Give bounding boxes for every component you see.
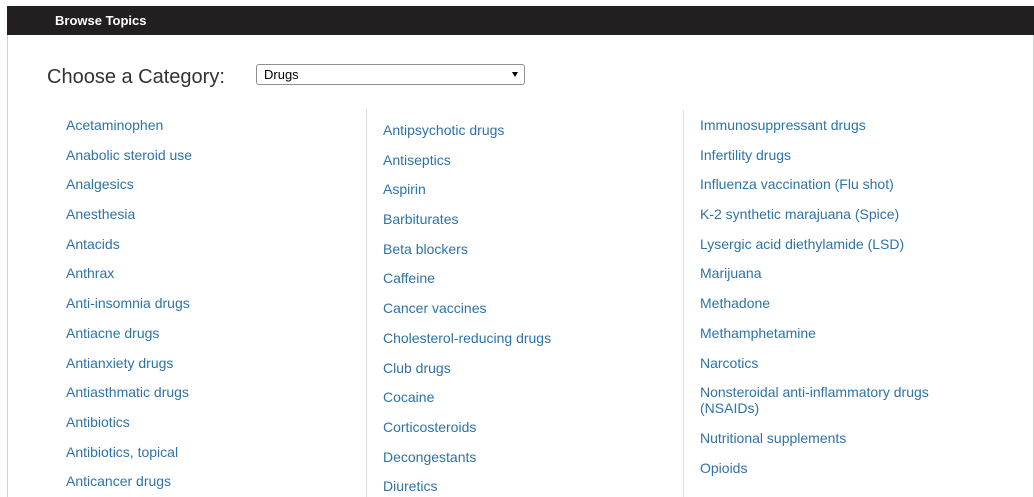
topic-link[interactable]: Antacids <box>66 236 192 266</box>
topic-link[interactable]: Caffeine <box>383 270 551 300</box>
topic-link[interactable]: Antiacne drugs <box>66 325 192 355</box>
topic-link[interactable]: Influenza vaccination (Flu shot) <box>700 176 970 206</box>
topic-link[interactable]: Antibiotics <box>66 414 192 444</box>
topic-link[interactable]: Club drugs <box>383 360 551 390</box>
topic-link[interactable]: Barbiturates <box>383 211 551 241</box>
topic-link[interactable]: Aspirin <box>383 181 551 211</box>
topic-link[interactable]: K-2 synthetic marajuana (Spice) <box>700 206 970 236</box>
topic-link[interactable]: Cancer vaccines <box>383 300 551 330</box>
topic-link[interactable]: Diuretics <box>383 478 551 497</box>
topic-link[interactable]: Narcotics <box>700 355 970 385</box>
topic-link[interactable]: Nonsteroidal anti-inflammatory drugs (NS… <box>700 384 970 430</box>
column-divider <box>683 110 684 497</box>
topic-link[interactable]: Infertility drugs <box>700 147 970 177</box>
topic-link[interactable]: Immunosuppressant drugs <box>700 117 970 147</box>
topic-link[interactable]: Anti-insomnia drugs <box>66 295 192 325</box>
category-select[interactable]: Drugs <box>256 64 525 85</box>
topic-column-2: Antipsychotic drugs Antiseptics Aspirin … <box>383 122 551 497</box>
topic-link[interactable]: Beta blockers <box>383 241 551 271</box>
left-border <box>7 35 8 497</box>
topic-link[interactable]: Nutritional supplements <box>700 430 970 460</box>
topic-column-1: Acetaminophen Anabolic steroid use Analg… <box>66 117 192 497</box>
top-bar: Browse Topics <box>7 6 1034 35</box>
topic-link[interactable]: Methadone <box>700 295 970 325</box>
topic-link[interactable]: Corticosteroids <box>383 419 551 449</box>
column-divider <box>366 110 367 497</box>
category-label: Choose a Category: <box>47 66 225 88</box>
topic-link[interactable]: Decongestants <box>383 449 551 479</box>
topic-link[interactable]: Methamphetamine <box>700 325 970 355</box>
topic-link[interactable]: Antiasthmatic drugs <box>66 384 192 414</box>
topic-link[interactable]: Analgesics <box>66 176 192 206</box>
topic-link[interactable]: Anthrax <box>66 265 192 295</box>
top-bar-title: Browse Topics <box>55 13 147 28</box>
category-select-value: Drugs <box>264 67 299 82</box>
topic-link[interactable]: Cocaine <box>383 389 551 419</box>
topic-link[interactable]: Antipsychotic drugs <box>383 122 551 152</box>
topic-column-3: Immunosuppressant drugs Infertility drug… <box>700 117 970 489</box>
topic-link[interactable]: Anabolic steroid use <box>66 147 192 177</box>
topic-link[interactable]: Antibiotics, topical <box>66 444 192 474</box>
topic-link[interactable]: Antiseptics <box>383 152 551 182</box>
topic-link[interactable]: Anesthesia <box>66 206 192 236</box>
chevron-down-icon <box>512 72 518 77</box>
topic-link[interactable]: Antianxiety drugs <box>66 355 192 385</box>
browse-topics-page: Browse Topics Choose a Category: Drugs A… <box>0 0 1034 497</box>
topic-link[interactable]: Cholesterol-reducing drugs <box>383 330 551 360</box>
topic-link[interactable]: Acetaminophen <box>66 117 192 147</box>
topic-link[interactable]: Anticancer drugs <box>66 473 192 497</box>
topic-link[interactable]: Opioids <box>700 460 970 490</box>
topic-link[interactable]: Marijuana <box>700 265 970 295</box>
topic-link[interactable]: Lysergic acid diethylamide (LSD) <box>700 236 970 266</box>
